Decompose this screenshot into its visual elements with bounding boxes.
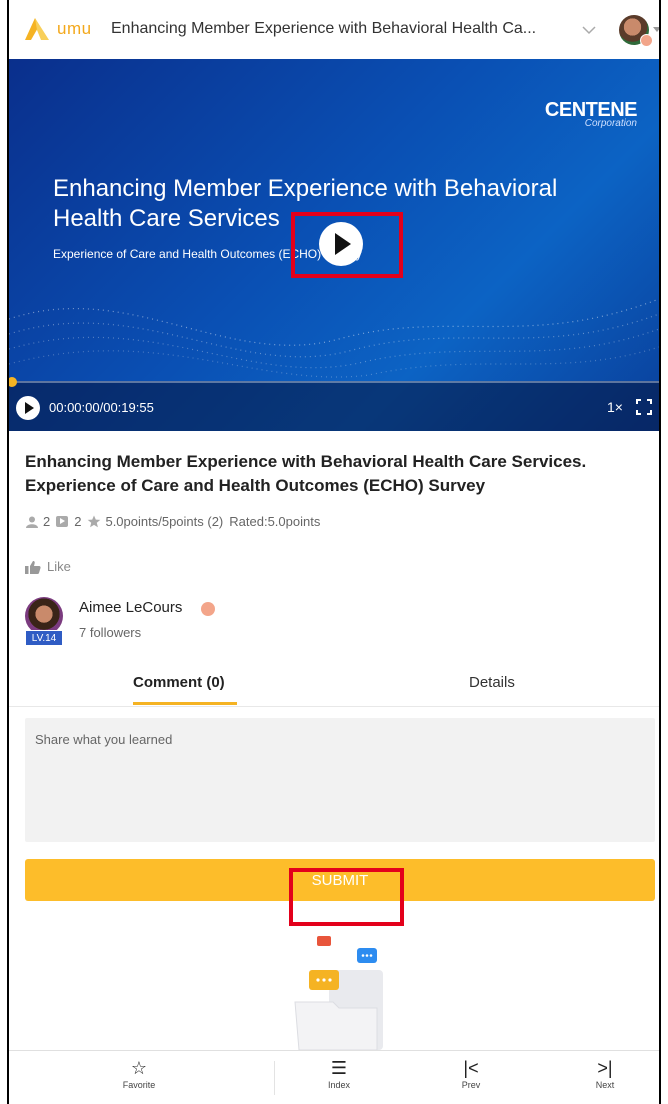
- like-label: Like: [47, 559, 71, 574]
- comment-input[interactable]: [25, 718, 655, 842]
- like-button[interactable]: Like: [25, 559, 71, 574]
- user-avatar[interactable]: [619, 15, 653, 47]
- skip-forward-icon: >|: [597, 1058, 613, 1078]
- video-count: 2: [74, 514, 82, 529]
- speed-button[interactable]: 1×: [607, 399, 623, 415]
- time-display: 00:00:00/00:19:55: [49, 400, 154, 415]
- fullscreen-icon[interactable]: [636, 399, 652, 415]
- participants-icon: [26, 516, 38, 528]
- points-text: 5.0points/5points (2): [105, 514, 224, 529]
- nav-favorite[interactable]: ☆ Favorite: [109, 1057, 169, 1090]
- rated-text: Rated:5.0points: [229, 514, 321, 529]
- thumbs-up-icon: [25, 560, 41, 574]
- nav-index[interactable]: ☰ Index: [309, 1057, 369, 1090]
- nav-favorite-label: Favorite: [122, 1080, 156, 1090]
- star-icon: [88, 515, 101, 528]
- course-title: Enhancing Member Experience with Behavio…: [25, 452, 587, 495]
- highlight-box-submit: [289, 868, 404, 926]
- video-player[interactable]: CENTENE Corporation Enhancing Member Exp…: [9, 59, 659, 431]
- tab-details[interactable]: Details: [469, 674, 515, 691]
- tab-comment[interactable]: Comment (0): [133, 674, 225, 691]
- header-title: Enhancing Member Experience with Behavio…: [111, 20, 537, 37]
- nav-prev-label: Prev: [461, 1080, 481, 1090]
- skip-back-icon: |<: [463, 1058, 479, 1078]
- video-controls: 00:00:00/00:19:55 1×: [9, 377, 659, 431]
- progress-bar[interactable]: [9, 381, 659, 383]
- nav-next[interactable]: >| Next: [575, 1057, 635, 1090]
- video-count-icon: [56, 516, 69, 527]
- avatar-badge: [640, 34, 653, 47]
- caret-down-icon[interactable]: [653, 27, 659, 32]
- play-button[interactable]: [16, 396, 40, 420]
- active-tab-indicator: [133, 702, 237, 705]
- chevron-down-icon[interactable]: [579, 20, 599, 40]
- highlight-box-play: [291, 212, 403, 278]
- app-frame: umu Enhancing Member Experience with Beh…: [7, 0, 661, 1104]
- author-name[interactable]: Aimee LeCours: [79, 599, 182, 616]
- author-badge-icon: [201, 602, 215, 616]
- followers-count: 7 followers: [79, 625, 142, 640]
- nav-index-label: Index: [327, 1080, 351, 1090]
- nav-next-label: Next: [595, 1080, 615, 1090]
- nav-prev[interactable]: |< Prev: [441, 1057, 501, 1090]
- progress-knob[interactable]: [9, 377, 17, 387]
- menu-icon: ☰: [330, 1058, 348, 1078]
- participants-count: 2: [43, 514, 51, 529]
- wave-decoration: [9, 298, 659, 378]
- logo-text: umu: [57, 19, 92, 38]
- umu-logo[interactable]: umu: [23, 16, 93, 44]
- centene-logo: CENTENE Corporation: [545, 99, 638, 129]
- bottom-nav: ☆ Favorite ☰ Index |< Prev >| Next: [9, 1050, 659, 1104]
- nav-separator: [274, 1061, 275, 1095]
- tab-bar: Comment (0) Details: [9, 660, 659, 707]
- star-outline-icon: ☆: [130, 1058, 148, 1078]
- course-meta: 2 2 5.0points/5points (2) Rated:5.0point…: [25, 514, 326, 529]
- top-header: umu Enhancing Member Experience with Beh…: [9, 0, 659, 59]
- empty-comments-illustration: [294, 936, 383, 1050]
- umu-logo-icon: [25, 18, 49, 40]
- level-badge: LV.14: [25, 630, 63, 646]
